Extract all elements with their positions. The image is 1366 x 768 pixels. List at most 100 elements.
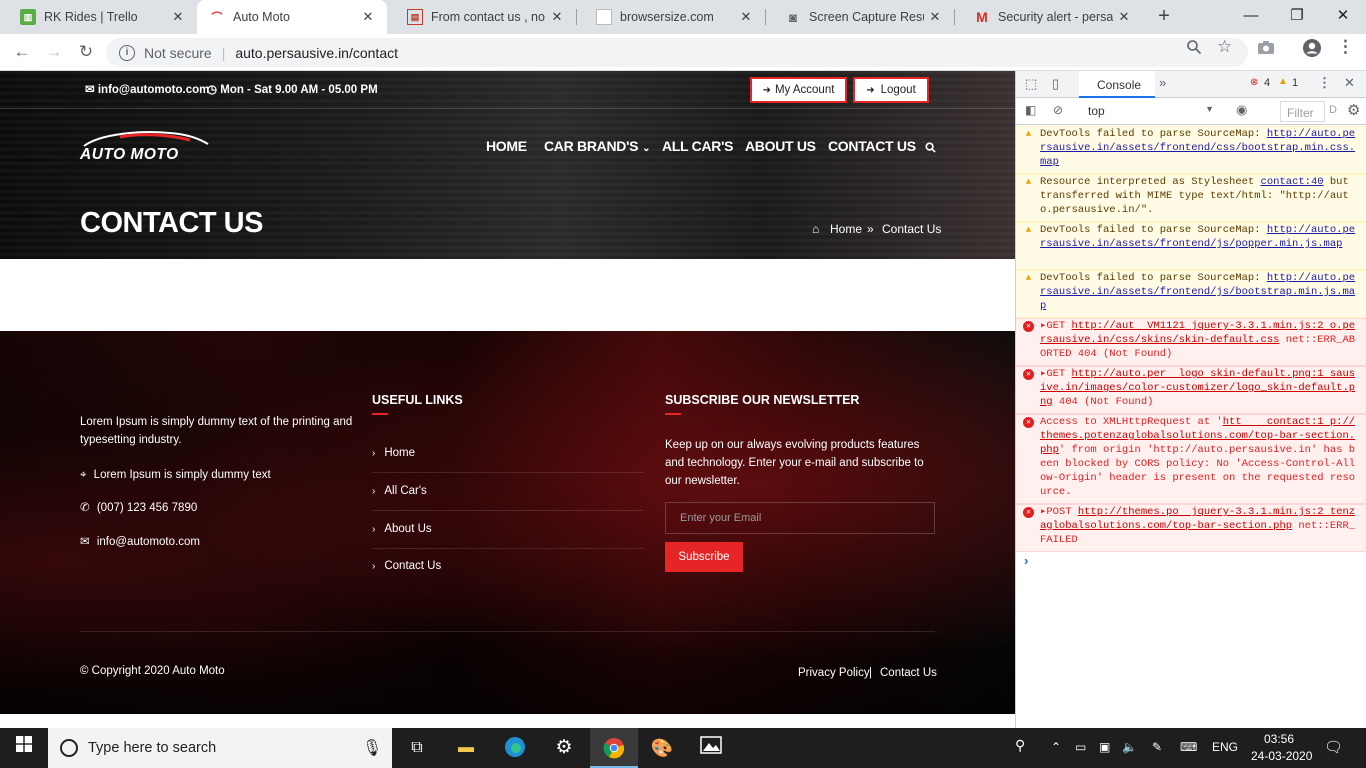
tab-console[interactable]: Console (1079, 71, 1155, 98)
trello-icon: ▥ (20, 9, 36, 25)
reload-button[interactable]: ↻ (75, 42, 97, 64)
tab-contact[interactable]: ▤ From contact us , no co ✕ (387, 0, 576, 34)
edge-icon[interactable] (503, 736, 527, 760)
minimize-button[interactable]: — (1228, 0, 1274, 34)
forward-button[interactable]: → (43, 42, 65, 64)
topbar-email[interactable]: ✉ info@automoto.com (85, 82, 209, 96)
network-icon[interactable]: ▣ (1099, 740, 1110, 754)
nav-car-brands[interactable]: CAR BRAND'S ⌄ (544, 138, 651, 154)
tab-close-icon[interactable]: ✕ (167, 9, 189, 25)
chrome-menu-icon[interactable]: ⋮ (1337, 37, 1354, 57)
console-filter-input[interactable]: Filter (1280, 101, 1325, 122)
tab-gmail[interactable]: M Security alert - persausi ✕ (954, 0, 1143, 34)
url-text[interactable]: auto.persausive.in/contact (235, 45, 398, 61)
language-indicator[interactable]: ENG (1212, 740, 1238, 754)
breadcrumb-home[interactable]: Home (830, 222, 862, 236)
home-icon: ⌂ (812, 222, 820, 236)
nav-home[interactable]: HOME (486, 138, 527, 154)
footer-contact-link[interactable]: Contact Us (880, 664, 937, 682)
pen-icon[interactable]: ✎ (1152, 740, 1162, 754)
omnibox[interactable]: i Not secure | auto.persausive.in/contac… (106, 38, 1248, 67)
new-tab-button[interactable]: + (1153, 6, 1175, 28)
error-count-icon[interactable]: ⊗ (1250, 77, 1258, 88)
more-tabs-button[interactable]: » (1159, 75, 1166, 90)
message-link[interactable]: contact:40 (1261, 176, 1324, 188)
my-account-button[interactable]: ➜ My Account (750, 77, 847, 103)
settings-icon[interactable]: ⚙ (552, 736, 576, 760)
windows-start-icon[interactable] (12, 736, 36, 760)
console-error: ✕ ▸GET http://auto.per logo skin-default.… (1016, 366, 1366, 414)
keyboard-icon[interactable]: ⌨ (1180, 740, 1197, 754)
chevron-right-icon: › (372, 523, 376, 535)
footer-link-all-cars[interactable]: › All Car's (372, 485, 427, 497)
tab-title: Screen Capture Result (809, 10, 924, 24)
taskbar-search-box[interactable]: Type here to search 🎙 (48, 728, 392, 768)
tab-close-icon[interactable]: ✕ (357, 9, 379, 25)
profile-avatar-icon[interactable] (1302, 38, 1322, 62)
eye-icon[interactable]: ◉ (1236, 102, 1247, 118)
battery-icon[interactable]: ▭ (1075, 740, 1086, 754)
tab-browsersize[interactable]: browsersize.com ✕ (576, 0, 765, 34)
breadcrumb-current: Contact Us (882, 222, 942, 236)
microphone-icon[interactable]: 🎙 (362, 738, 382, 758)
tab-close-icon[interactable]: ✕ (735, 9, 757, 25)
chrome-taskbar-button[interactable] (590, 728, 638, 768)
tab-close-icon[interactable]: ✕ (924, 9, 946, 25)
close-window-button[interactable]: ✕ (1320, 0, 1366, 34)
nav-contact-us[interactable]: CONTACT US (828, 138, 916, 154)
clock-date[interactable]: 24-03-2020 (1251, 749, 1312, 763)
bookmark-star-icon[interactable]: ☆ (1217, 37, 1232, 57)
info-icon[interactable]: i (119, 44, 135, 61)
message-text[interactable]: ▸GET (1040, 368, 1072, 380)
paint-icon[interactable]: 🎨 (650, 736, 674, 760)
nav-about-us[interactable]: ABOUT US (745, 138, 816, 154)
phone-icon: ✆ (80, 502, 93, 514)
logout-button[interactable]: ➜ Logout (853, 77, 929, 103)
console-prompt[interactable]: › (1024, 553, 1028, 568)
search-icon[interactable] (925, 140, 936, 156)
task-view-icon[interactable]: ⧉ (405, 736, 429, 760)
doc-icon: ▤ (407, 9, 423, 25)
footer-email[interactable]: ✉ info@automoto.com (80, 533, 200, 551)
show-hidden-icons[interactable]: ⌃ (1051, 740, 1061, 754)
file-explorer-icon[interactable]: ▬ (454, 736, 478, 760)
inspect-element-icon[interactable]: ⬚ (1025, 76, 1037, 92)
sidebar-toggle-icon[interactable]: ◧ (1025, 103, 1036, 117)
devtools-close-icon[interactable]: ✕ (1344, 75, 1355, 91)
tab-auto-moto[interactable]: ⌒ Auto Moto ✕ (197, 0, 387, 34)
tab-close-icon[interactable]: ✕ (546, 9, 568, 25)
subscribe-button[interactable]: Subscribe (665, 542, 743, 572)
message-text[interactable]: ▸POST (1040, 506, 1078, 518)
cortana-icon (60, 739, 78, 757)
notifications-icon[interactable]: 🗨 (1324, 738, 1343, 756)
clock-time[interactable]: 03:56 (1264, 732, 1294, 746)
privacy-policy-link[interactable]: Privacy Policy (798, 664, 870, 682)
warning-count: 1 (1292, 77, 1299, 89)
console-error: ✕ ▸POST http://themes.po jquery-3.3.1.min… (1016, 504, 1366, 552)
people-icon[interactable]: ⚲ (1015, 737, 1025, 754)
footer-link-about-us[interactable]: › About Us (372, 523, 432, 535)
warning-icon: ▲ (1025, 129, 1032, 139)
tab-screen-capture[interactable]: ◙ Screen Capture Result ✕ (765, 0, 954, 34)
tab-close-icon[interactable]: ✕ (1113, 9, 1135, 25)
photos-icon[interactable] (699, 736, 723, 760)
footer-link-contact-us[interactable]: › Contact Us (372, 560, 441, 572)
warning-count-icon[interactable]: ▲ (1278, 76, 1288, 87)
newsletter-email-input[interactable] (665, 502, 935, 534)
devtools-menu-icon[interactable]: ⋮ (1318, 75, 1331, 91)
maximize-button[interactable]: ❐ (1274, 0, 1320, 34)
footer-link-home[interactable]: › Home (372, 447, 415, 459)
error-count: 4 (1264, 77, 1271, 89)
back-button[interactable]: ← (11, 42, 33, 64)
camera-extension-icon[interactable] (1257, 39, 1275, 59)
tab-trello[interactable]: ▥ RK Rides | Trello ✕ (0, 0, 197, 34)
volume-icon[interactable]: 🔈 (1122, 740, 1137, 754)
site-logo[interactable]: AUTO MOTO (80, 128, 212, 164)
clear-console-icon[interactable]: ⊘ (1053, 103, 1063, 117)
device-toolbar-icon[interactable]: ▯ (1052, 76, 1059, 92)
settings-gear-icon[interactable]: ⚙ (1347, 101, 1360, 119)
zoom-icon[interactable] (1186, 39, 1202, 59)
nav-all-cars[interactable]: ALL CAR'S (662, 138, 733, 154)
message-text[interactable]: ▸GET (1040, 320, 1072, 332)
context-selector[interactable]: top ▼ (1078, 101, 1220, 121)
